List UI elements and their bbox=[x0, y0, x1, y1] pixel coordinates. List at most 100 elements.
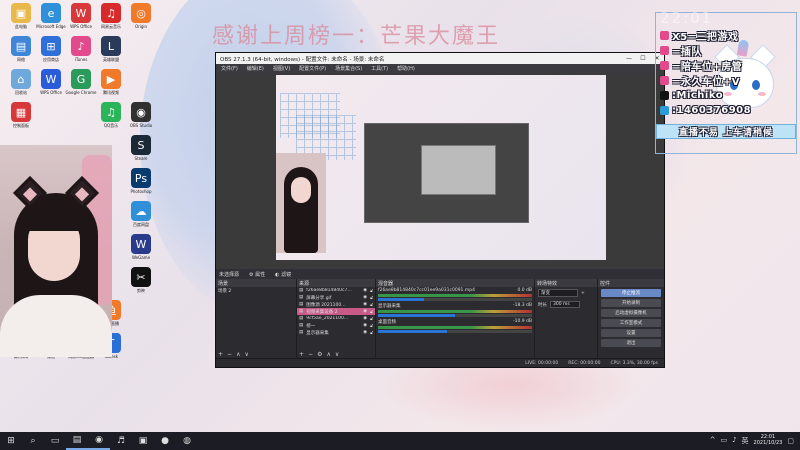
source-item[interactable]: ▤ 屏幕分享.gif ◉ 🔓︎ bbox=[297, 294, 375, 301]
visibility-icon[interactable]: ◉ bbox=[363, 295, 367, 300]
taskbar-app-icon[interactable]: ▤ bbox=[66, 432, 88, 450]
move-down-icon[interactable]: ∨ bbox=[244, 351, 248, 358]
visibility-icon[interactable]: ◉ bbox=[363, 288, 367, 293]
move-up-icon[interactable]: ∧ bbox=[236, 351, 240, 358]
add-scene-icon[interactable]: + bbox=[218, 351, 223, 358]
lock-icon[interactable]: 🔓︎ bbox=[370, 295, 373, 301]
source-item[interactable]: ▤ 图像源 2021100... ◉ 🔓︎ bbox=[297, 301, 375, 308]
desktop-icon[interactable]: W WeGame bbox=[124, 234, 158, 260]
lock-icon[interactable]: 🔓︎ bbox=[370, 330, 373, 336]
desktop-icon[interactable]: ♫ 网易云音乐 bbox=[94, 3, 128, 29]
menu-scene-collection[interactable]: 场景集合(S) bbox=[335, 65, 362, 72]
desktop-icon[interactable]: ▣ 此电脑 bbox=[4, 3, 38, 29]
control-button[interactable]: 启动虚拟摄像机 bbox=[601, 309, 661, 317]
start-icon[interactable]: ⊞ bbox=[0, 432, 22, 450]
source-item[interactable]: ▤ 榜一 ◉ 🔓︎ bbox=[297, 322, 375, 329]
desktop-icon[interactable]: W WPS Office bbox=[34, 69, 68, 95]
maximize-icon[interactable]: ☐ bbox=[636, 55, 650, 62]
taskbar-app-icon[interactable]: ◉ bbox=[88, 432, 110, 450]
minimize-icon[interactable]: — bbox=[622, 55, 636, 62]
control-button[interactable]: 设置 bbox=[601, 329, 661, 337]
desktop-icon[interactable]: ✂ 剪映 bbox=[124, 267, 158, 293]
lock-icon[interactable]: 🔓︎ bbox=[370, 302, 373, 308]
overlay-rule-text: =永久车位+V bbox=[672, 77, 740, 88]
move-down-icon[interactable]: ∨ bbox=[335, 351, 339, 358]
desktop-icon[interactable]: ⊞ 应用商店 bbox=[34, 36, 68, 62]
menu-view[interactable]: 视图(V) bbox=[273, 65, 290, 72]
visibility-icon[interactable]: ◉ bbox=[363, 323, 367, 328]
add-source-icon[interactable]: + bbox=[299, 351, 304, 358]
control-button[interactable]: 开始录制 bbox=[601, 299, 661, 307]
notification-icon[interactable]: ▢ bbox=[787, 437, 794, 445]
scenes-dock-tools: + − ∧ ∨ bbox=[218, 351, 249, 358]
tray-icon[interactable]: ▭ bbox=[720, 436, 727, 446]
visibility-icon[interactable]: ◉ bbox=[363, 309, 367, 314]
menu-profile[interactable]: 配置文件(P) bbox=[299, 65, 326, 72]
overlay-rule-line: =永久车位+V bbox=[660, 73, 751, 88]
lock-icon[interactable]: 🔓︎ bbox=[370, 316, 373, 322]
source-item[interactable]: ▤ 显示器采集 ◉ 🔓︎ bbox=[297, 329, 375, 336]
scene-item[interactable]: 场景 2 bbox=[216, 287, 296, 294]
channel-name: 显示器采集 bbox=[378, 304, 401, 309]
desktop-icon[interactable]: W WPS Office bbox=[64, 3, 98, 29]
obs-window[interactable]: OBS 27.1.3 (64-bit, windows) - 配置文件: 未命名… bbox=[215, 52, 665, 368]
desktop-icon[interactable]: ▶ 腾讯视频 bbox=[94, 69, 128, 95]
move-up-icon[interactable]: ∧ bbox=[326, 351, 330, 358]
tray-icon[interactable]: ^ bbox=[710, 436, 716, 446]
lock-icon[interactable]: 🔓︎ bbox=[370, 309, 373, 315]
tray-icon[interactable]: 英 bbox=[742, 436, 749, 446]
volume-slider[interactable] bbox=[378, 330, 532, 333]
taskbar-app-icon[interactable]: ▭ bbox=[44, 432, 66, 450]
control-button[interactable]: 工作室模式 bbox=[601, 319, 661, 327]
source-item[interactable]: ▤ 视频采集设备 2 ◉ 🔓︎ bbox=[297, 308, 375, 315]
desktop-icon[interactable]: ◎ Origin bbox=[124, 3, 158, 29]
desktop-icon[interactable]: Ps Photoshop bbox=[124, 168, 158, 194]
desktop-icon[interactable]: ◉ OBS Studio bbox=[124, 102, 158, 128]
desktop-icon[interactable]: G Google Chrome bbox=[64, 69, 98, 95]
desktop-icon[interactable]: ⌂ 回收站 bbox=[4, 69, 38, 95]
control-button[interactable]: 停止推流 bbox=[601, 289, 661, 297]
source-settings-icon[interactable]: ⚙ bbox=[317, 351, 322, 358]
sources-dock-title: 来源 bbox=[297, 279, 375, 287]
source-toolbar: 未选择源 ⚙ 属性 ◐ 滤镜 bbox=[216, 269, 664, 279]
desktop-icon[interactable]: e Microsoft Edge bbox=[34, 3, 68, 29]
obs-titlebar[interactable]: OBS 27.1.3 (64-bit, windows) - 配置文件: 未命名… bbox=[216, 53, 664, 64]
source-item[interactable]: ▤ 9cf5ae_2021100... ◉ 🔓︎ bbox=[297, 315, 375, 322]
volume-slider[interactable] bbox=[378, 298, 532, 301]
lock-icon[interactable]: 🔓︎ bbox=[370, 288, 373, 294]
visibility-icon[interactable]: ◉ bbox=[363, 316, 367, 321]
desktop-icon[interactable]: ♫ QQ音乐 bbox=[94, 102, 128, 128]
desktop-icon[interactable]: ♪ iTunes bbox=[64, 36, 98, 62]
desktop-app-icon: ▶ bbox=[101, 69, 121, 89]
desktop-icon[interactable]: ▤ 网络 bbox=[4, 36, 38, 62]
desktop-icon[interactable]: S Steam bbox=[124, 135, 158, 161]
desktop-icon[interactable]: ☁ 百度网盘 bbox=[124, 201, 158, 227]
transitions-dock-title: 转场特效 bbox=[535, 279, 597, 287]
transition-type-select[interactable]: 渐变 bbox=[538, 289, 578, 297]
taskbar-app-icon[interactable]: ▣ bbox=[132, 432, 154, 450]
menu-tools[interactable]: 工具(T) bbox=[371, 65, 388, 72]
lock-icon[interactable]: 🔓︎ bbox=[370, 323, 373, 329]
desktop-icon[interactable]: L 英雄联盟 bbox=[94, 36, 128, 62]
taskbar-app-icon[interactable]: ♬ bbox=[110, 432, 132, 450]
remove-source-icon[interactable]: − bbox=[308, 351, 313, 358]
desktop-icon[interactable]: ▦ 控制面板 bbox=[4, 102, 38, 128]
properties-button[interactable]: ⚙ 属性 bbox=[249, 271, 265, 278]
menu-file[interactable]: 文件(F) bbox=[221, 65, 238, 72]
taskbar-clock[interactable]: 22:01 2021/10/23 bbox=[754, 434, 783, 447]
control-button[interactable]: 退出 bbox=[601, 339, 661, 347]
filters-button[interactable]: ◐ 滤镜 bbox=[275, 271, 291, 278]
menu-help[interactable]: 帮助(H) bbox=[397, 65, 415, 72]
volume-slider[interactable] bbox=[378, 314, 532, 317]
search-icon[interactable]: ⌕ bbox=[22, 432, 44, 450]
taskbar-app-icon[interactable]: ● bbox=[154, 432, 176, 450]
remove-scene-icon[interactable]: − bbox=[227, 351, 232, 358]
add-transition-icon[interactable]: + bbox=[581, 291, 585, 296]
menu-edit[interactable]: 编辑(E) bbox=[247, 65, 264, 72]
visibility-icon[interactable]: ◉ bbox=[363, 302, 367, 307]
duration-input[interactable]: 300 ms bbox=[550, 301, 580, 308]
tray-icon[interactable]: ♪ bbox=[732, 436, 736, 446]
source-item[interactable]: ▤ f26ae8b814840c7... ◉ 🔓︎ bbox=[297, 287, 375, 294]
visibility-icon[interactable]: ◉ bbox=[363, 330, 367, 335]
taskbar-app-icon[interactable]: ◍ bbox=[176, 432, 198, 450]
